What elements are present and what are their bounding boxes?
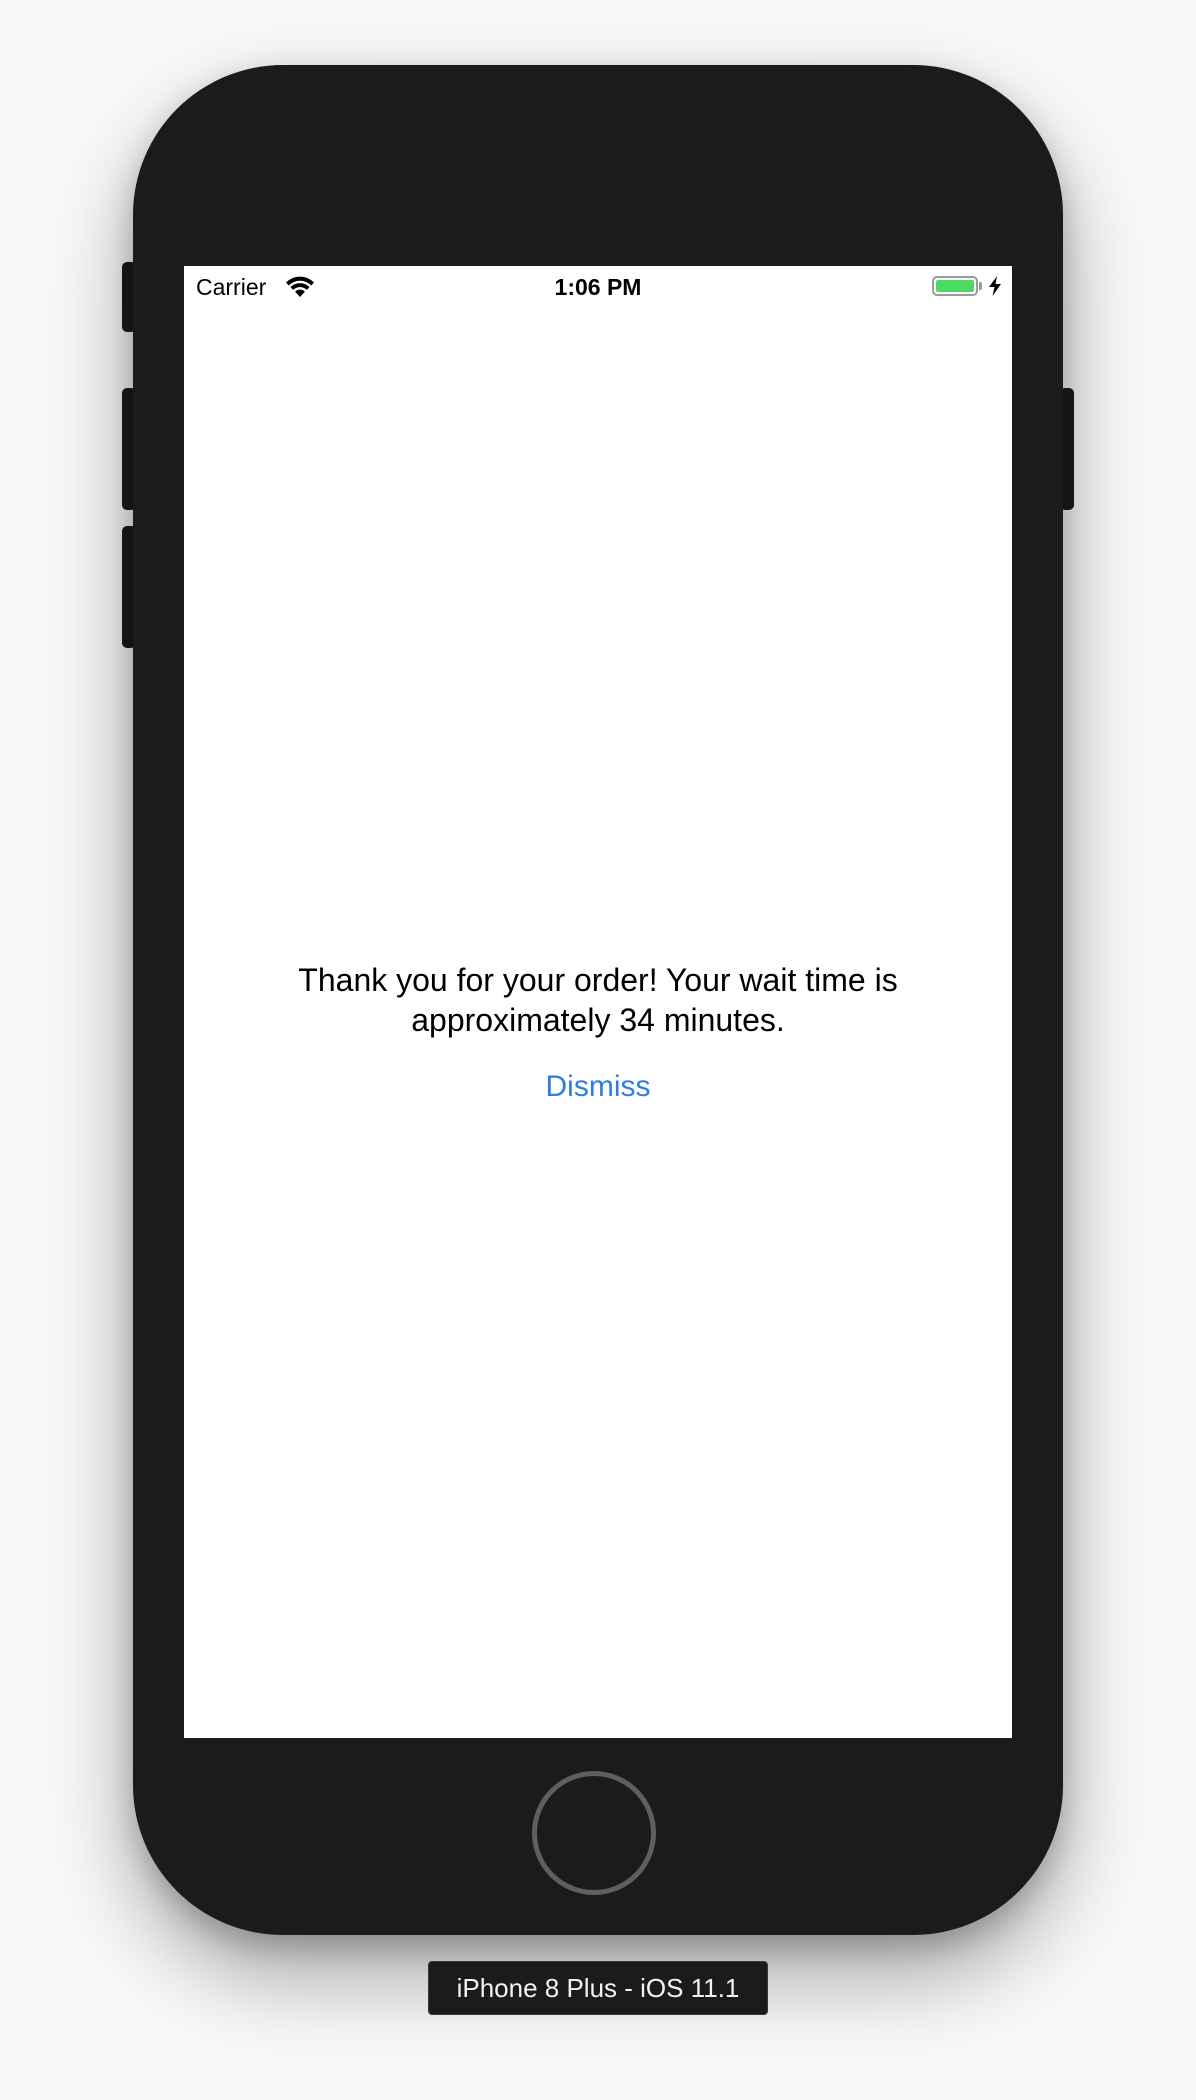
- battery-tip: [979, 282, 982, 290]
- order-confirmation-message: Thank you for your order! Your wait time…: [184, 960, 1012, 1040]
- charging-bolt-icon: [989, 276, 1001, 296]
- status-bar: Carrier 1:06 PM: [184, 266, 1012, 308]
- home-button-icon[interactable]: [532, 1771, 656, 1895]
- status-time: 1:06 PM: [554, 274, 642, 300]
- dismiss-button[interactable]: Dismiss: [184, 1070, 1012, 1104]
- message-line-1: Thank you for your order! Your wait time…: [298, 962, 898, 998]
- device-label: iPhone 8 Plus - iOS 11.1: [428, 1961, 768, 2015]
- message-line-2: approximately 34 minutes.: [411, 1002, 785, 1038]
- simulator-window: Carrier 1:06 PM Thank you for your order…: [0, 0, 1196, 2100]
- battery-icon: [932, 276, 978, 296]
- device-screen: Carrier 1:06 PM Thank you for your order…: [184, 266, 1012, 1738]
- battery-level-fill: [936, 280, 974, 292]
